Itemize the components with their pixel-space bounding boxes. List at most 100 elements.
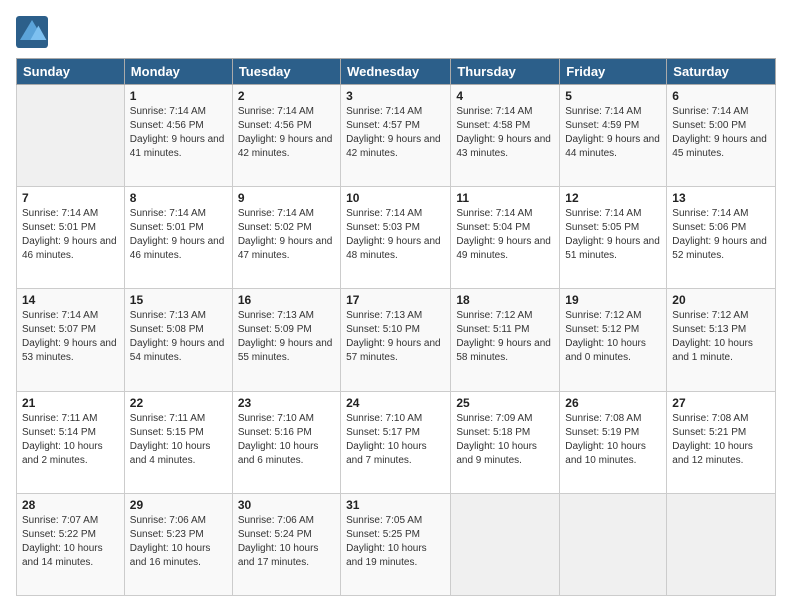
day-number: 23: [238, 396, 335, 410]
day-number: 19: [565, 293, 661, 307]
day-info: Sunrise: 7:14 AMSunset: 5:00 PMDaylight:…: [672, 105, 770, 161]
day-info: Sunrise: 7:12 AMSunset: 5:11 PMDaylight:…: [456, 309, 554, 365]
day-number: 7: [22, 191, 119, 205]
calendar-cell: 2 Sunrise: 7:14 AMSunset: 4:56 PMDaylight…: [232, 85, 340, 187]
day-info: Sunrise: 7:14 AMSunset: 4:57 PMDaylight:…: [346, 105, 445, 161]
day-number: 21: [22, 396, 119, 410]
day-info: Sunrise: 7:13 AMSunset: 5:10 PMDaylight:…: [346, 309, 445, 365]
day-number: 1: [130, 89, 227, 103]
calendar-cell: 20Sunrise: 7:12 AMSunset: 5:13 PMDayligh…: [667, 289, 776, 391]
calendar-cell: 26 Sunrise: 7:08 AMSunset: 5:19 PMDayligh…: [560, 391, 667, 493]
calendar-cell: [17, 85, 125, 187]
day-number: 3: [346, 89, 445, 103]
calendar-cell: 9 Sunrise: 7:14 AMSunset: 5:02 PMDaylight…: [232, 187, 340, 289]
weekday-header: Thursday: [451, 59, 560, 85]
day-number: 28: [22, 498, 119, 512]
day-number: 29: [130, 498, 227, 512]
calendar-week-row: 7 Sunrise: 7:14 AMSunset: 5:01 PMDaylight…: [17, 187, 776, 289]
calendar-cell: 21 Sunrise: 7:11 AMSunset: 5:14 PMDayligh…: [17, 391, 125, 493]
day-info: Sunrise: 7:07 AMSunset: 5:22 PMDaylight:…: [22, 514, 119, 570]
day-info: Sunrise: 7:06 AMSunset: 5:23 PMDaylight:…: [130, 514, 227, 570]
day-number: 4: [456, 89, 554, 103]
day-info: Sunrise: 7:14 AMSunset: 5:03 PMDaylight:…: [346, 207, 445, 263]
day-info: Sunrise: 7:13 AMSunset: 5:09 PMDaylight:…: [238, 309, 335, 365]
calendar-cell: [451, 493, 560, 595]
day-info: Sunrise: 7:14 AMSunset: 4:58 PMDaylight:…: [456, 105, 554, 161]
calendar-cell: 11 Sunrise: 7:14 AMSunset: 5:04 PMDayligh…: [451, 187, 560, 289]
calendar-week-row: 14 Sunrise: 7:14 AMSunset: 5:07 PMDayligh…: [17, 289, 776, 391]
header: [16, 16, 776, 48]
calendar-cell: 13 Sunrise: 7:14 AMSunset: 5:06 PMDayligh…: [667, 187, 776, 289]
day-number: 11: [456, 191, 554, 205]
day-number: 5: [565, 89, 661, 103]
weekday-header: Wednesday: [341, 59, 451, 85]
calendar-cell: 29 Sunrise: 7:06 AMSunset: 5:23 PMDayligh…: [124, 493, 232, 595]
day-number: 27: [672, 396, 770, 410]
day-info: Sunrise: 7:11 AMSunset: 5:14 PMDaylight:…: [22, 412, 119, 468]
calendar-cell: 22 Sunrise: 7:11 AMSunset: 5:15 PMDayligh…: [124, 391, 232, 493]
day-info: Sunrise: 7:14 AMSunset: 5:05 PMDaylight:…: [565, 207, 661, 263]
weekday-header: Monday: [124, 59, 232, 85]
day-info: Sunrise: 7:14 AMSunset: 4:56 PMDaylight:…: [130, 105, 227, 161]
weekday-header: Saturday: [667, 59, 776, 85]
day-number: 24: [346, 396, 445, 410]
day-number: 15: [130, 293, 227, 307]
day-info: Sunrise: 7:08 AMSunset: 5:21 PMDaylight:…: [672, 412, 770, 468]
day-info: Sunrise: 7:06 AMSunset: 5:24 PMDaylight:…: [238, 514, 335, 570]
day-number: 8: [130, 191, 227, 205]
day-number: 31: [346, 498, 445, 512]
day-info: Sunrise: 7:05 AMSunset: 5:25 PMDaylight:…: [346, 514, 445, 570]
day-info: Sunrise: 7:10 AMSunset: 5:16 PMDaylight:…: [238, 412, 335, 468]
calendar-cell: 10 Sunrise: 7:14 AMSunset: 5:03 PMDayligh…: [341, 187, 451, 289]
calendar-cell: 28 Sunrise: 7:07 AMSunset: 5:22 PMDayligh…: [17, 493, 125, 595]
calendar-table: SundayMondayTuesdayWednesdayThursdayFrid…: [16, 58, 776, 596]
day-info: Sunrise: 7:09 AMSunset: 5:18 PMDaylight:…: [456, 412, 554, 468]
day-info: Sunrise: 7:11 AMSunset: 5:15 PMDaylight:…: [130, 412, 227, 468]
calendar-header-row: SundayMondayTuesdayWednesdayThursdayFrid…: [17, 59, 776, 85]
day-number: 18: [456, 293, 554, 307]
day-number: 2: [238, 89, 335, 103]
day-info: Sunrise: 7:14 AMSunset: 5:07 PMDaylight:…: [22, 309, 119, 365]
day-info: Sunrise: 7:14 AMSunset: 4:56 PMDaylight:…: [238, 105, 335, 161]
calendar-cell: [667, 493, 776, 595]
day-number: 10: [346, 191, 445, 205]
calendar-cell: 3 Sunrise: 7:14 AMSunset: 4:57 PMDaylight…: [341, 85, 451, 187]
calendar-cell: 5 Sunrise: 7:14 AMSunset: 4:59 PMDaylight…: [560, 85, 667, 187]
weekday-header: Tuesday: [232, 59, 340, 85]
page: SundayMondayTuesdayWednesdayThursdayFrid…: [0, 0, 792, 612]
calendar-week-row: 1 Sunrise: 7:14 AMSunset: 4:56 PMDaylight…: [17, 85, 776, 187]
weekday-header: Sunday: [17, 59, 125, 85]
calendar-cell: 1 Sunrise: 7:14 AMSunset: 4:56 PMDaylight…: [124, 85, 232, 187]
calendar-cell: 31 Sunrise: 7:05 AMSunset: 5:25 PMDayligh…: [341, 493, 451, 595]
calendar-cell: 6Sunrise: 7:14 AMSunset: 5:00 PMDaylight…: [667, 85, 776, 187]
calendar-cell: 17 Sunrise: 7:13 AMSunset: 5:10 PMDayligh…: [341, 289, 451, 391]
calendar-cell: 4 Sunrise: 7:14 AMSunset: 4:58 PMDaylight…: [451, 85, 560, 187]
day-number: 16: [238, 293, 335, 307]
day-info: Sunrise: 7:14 AMSunset: 5:06 PMDaylight:…: [672, 207, 770, 263]
day-info: Sunrise: 7:12 AMSunset: 5:12 PMDaylight:…: [565, 309, 661, 365]
day-info: Sunrise: 7:14 AMSunset: 5:02 PMDaylight:…: [238, 207, 335, 263]
calendar-cell: 15 Sunrise: 7:13 AMSunset: 5:08 PMDayligh…: [124, 289, 232, 391]
day-number: 9: [238, 191, 335, 205]
day-number: 26: [565, 396, 661, 410]
calendar-cell: [560, 493, 667, 595]
day-number: 17: [346, 293, 445, 307]
calendar-cell: 14 Sunrise: 7:14 AMSunset: 5:07 PMDayligh…: [17, 289, 125, 391]
logo-icon: [16, 16, 48, 48]
calendar-cell: 8 Sunrise: 7:14 AMSunset: 5:01 PMDaylight…: [124, 187, 232, 289]
day-number: 22: [130, 396, 227, 410]
day-info: Sunrise: 7:14 AMSunset: 4:59 PMDaylight:…: [565, 105, 661, 161]
day-info: Sunrise: 7:14 AMSunset: 5:01 PMDaylight:…: [130, 207, 227, 263]
logo: [16, 16, 52, 48]
day-info: Sunrise: 7:10 AMSunset: 5:17 PMDaylight:…: [346, 412, 445, 468]
day-info: Sunrise: 7:14 AMSunset: 5:01 PMDaylight:…: [22, 207, 119, 263]
calendar-cell: 24 Sunrise: 7:10 AMSunset: 5:17 PMDayligh…: [341, 391, 451, 493]
calendar-week-row: 21 Sunrise: 7:11 AMSunset: 5:14 PMDayligh…: [17, 391, 776, 493]
day-number: 30: [238, 498, 335, 512]
day-info: Sunrise: 7:13 AMSunset: 5:08 PMDaylight:…: [130, 309, 227, 365]
day-number: 14: [22, 293, 119, 307]
calendar-cell: 19 Sunrise: 7:12 AMSunset: 5:12 PMDayligh…: [560, 289, 667, 391]
day-number: 13: [672, 191, 770, 205]
day-info: Sunrise: 7:14 AMSunset: 5:04 PMDaylight:…: [456, 207, 554, 263]
day-info: Sunrise: 7:08 AMSunset: 5:19 PMDaylight:…: [565, 412, 661, 468]
